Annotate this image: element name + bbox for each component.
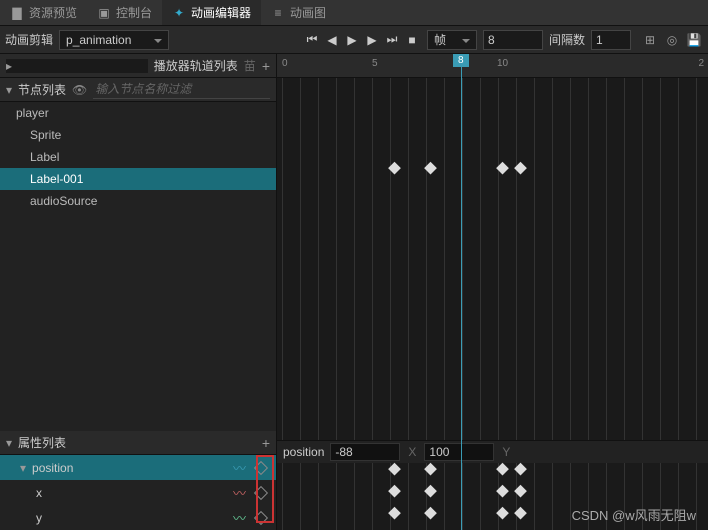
graph-icon: ≡ [271,6,285,20]
add-prop-button[interactable]: + [262,435,270,451]
spacing-label: 间隔数 [549,31,585,48]
curve-icon[interactable]: 〰 [233,483,246,502]
frame-unit-select[interactable]: 帧 [427,30,477,50]
prop-item-position[interactable]: position 〰 [0,455,276,480]
node-item-sprite[interactable]: Sprite [0,124,276,146]
prop-name: y [36,511,42,525]
prop-name: position [32,461,73,475]
chevron-right-icon [6,59,148,73]
timeline-panel: 0 5 10 2 8 position X Y [277,54,708,530]
save-icon[interactable]: 💾 [685,31,703,49]
top-tabs: ▇ 资源预览 ▣ 控制台 ✦ 动画编辑器 ≡ 动画图 [0,0,708,26]
prev-frame-button[interactable]: ◀ [323,31,341,49]
grid-icon[interactable]: ⊞ [641,31,659,49]
run-icon: ✦ [172,6,186,20]
frame-input[interactable] [483,30,543,50]
clip-select[interactable]: p_animation [59,30,169,50]
add-key-button[interactable] [254,485,268,499]
toolbar-right-icons: ⊞ ◎ 💾 [641,31,703,49]
clip-value: p_animation [66,33,131,47]
folder-icon: ▇ [10,6,24,20]
property-editor-panel: position X Y [277,440,708,530]
add-track-button[interactable]: + [262,58,270,74]
prop-list-header[interactable]: 属性列表 + [0,431,276,455]
chevron-down-icon [6,436,12,450]
node-list-label: 节点列表 [18,81,66,98]
tick-5: 5 [372,58,378,69]
curve-icon[interactable]: 〰 [233,458,246,477]
prop-list: position 〰 x 〰 y 〰 [0,455,276,530]
x-axis-label: X [406,445,418,459]
frame-unit-label: 帧 [434,31,446,48]
add-key-button[interactable] [254,460,268,474]
clip-label: 动画剪辑 [5,31,53,48]
last-frame-button[interactable]: ⏭ [383,31,401,49]
prop-editor-label: position [283,445,324,459]
tab-console[interactable]: ▣ 控制台 [87,0,162,25]
timeline-ruler[interactable]: 0 5 10 2 8 [277,54,708,78]
left-panel: 播放器轨道列表 苗 + 节点列表 👁 player Sprite Label L… [0,54,277,530]
y-axis-label: Y [500,445,512,459]
tick-10: 10 [497,58,508,69]
track-list-header[interactable]: 播放器轨道列表 苗 + [0,54,276,78]
console-icon: ▣ [97,6,111,20]
node-list: player Sprite Label Label-001 audioSourc… [0,102,276,212]
tab-animation-editor[interactable]: ✦ 动画编辑器 [162,0,261,25]
node-item-label[interactable]: Label [0,146,276,168]
spacing-input[interactable] [591,30,631,50]
track-list-label: 播放器轨道列表 [154,57,238,74]
toolbar: 动画剪辑 p_animation ⏮ ◀ ▶ ▶ ⏭ ■ 帧 间隔数 ⊞ ◎ 💾 [0,26,708,54]
target-icon[interactable]: ◎ [663,31,681,49]
tab-asset-preview[interactable]: ▇ 资源预览 [0,0,87,25]
chevron-down-icon [6,83,12,97]
prop-item-x[interactable]: x 〰 [0,480,276,505]
tab-label: 动画编辑器 [191,4,251,21]
node-filter-input[interactable] [93,80,270,99]
left-spacer [0,212,276,431]
tab-animation-graph[interactable]: ≡ 动画图 [261,0,336,25]
prop-name: x [36,486,42,500]
tick-end: 2 [698,58,704,69]
prop-tracks-area[interactable] [277,463,708,530]
next-frame-button[interactable]: ▶ [363,31,381,49]
prop-item-y[interactable]: y 〰 [0,505,276,530]
stop-button[interactable]: ■ [403,31,421,49]
chevron-down-icon [20,461,26,475]
tab-label: 资源预览 [29,4,77,21]
node-list-header[interactable]: 节点列表 👁 [0,78,276,102]
prop-editor-header: position X Y [277,441,708,463]
y-input[interactable] [424,443,494,461]
node-item-audiosource[interactable]: audioSource [0,190,276,212]
tab-label: 动画图 [290,4,326,21]
x-input[interactable] [330,443,400,461]
eye-icon[interactable]: 👁 [72,83,87,97]
tracks-area[interactable] [277,78,708,440]
add-key-button[interactable] [254,510,268,524]
robot-icon: 苗 [244,57,256,74]
play-button[interactable]: ▶ [343,31,361,49]
playhead-marker[interactable]: 8 [453,54,469,67]
node-item-label-001[interactable]: Label-001 [0,168,276,190]
curve-icon[interactable]: 〰 [233,508,246,527]
main-area: 播放器轨道列表 苗 + 节点列表 👁 player Sprite Label L… [0,54,708,530]
playhead-line [461,54,462,530]
transport-controls: ⏮ ◀ ▶ ▶ ⏭ ■ [303,31,421,49]
tab-label: 控制台 [116,4,152,21]
tick-0: 0 [282,58,288,69]
node-item-player[interactable]: player [0,102,276,124]
prop-list-label: 属性列表 [18,434,66,451]
first-frame-button[interactable]: ⏮ [303,31,321,49]
